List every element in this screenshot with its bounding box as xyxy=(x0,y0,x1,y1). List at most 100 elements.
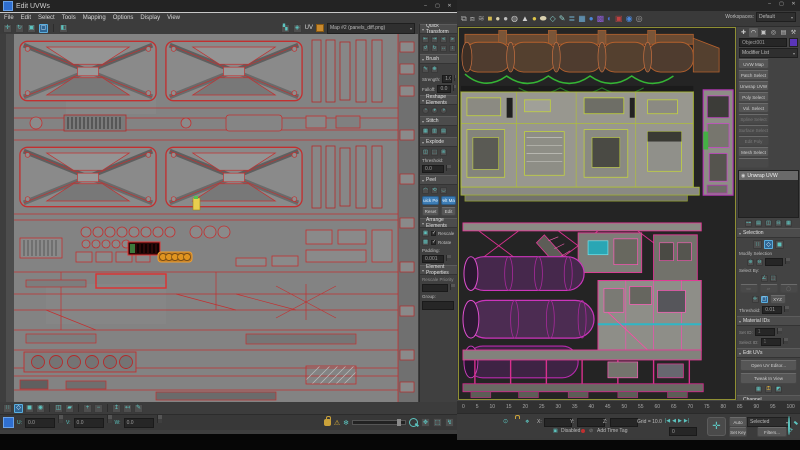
align-h-icon[interactable]: ⇤ xyxy=(422,36,429,43)
maximize-icon[interactable]: ▢ xyxy=(433,3,442,10)
select-btn-1[interactable]: ▭ xyxy=(740,284,758,293)
relax-icon[interactable]: ◕ xyxy=(431,107,438,114)
menu-item[interactable]: Tools xyxy=(62,15,76,21)
align-left-icon[interactable]: ⫷ xyxy=(440,36,447,43)
uv-preview-icon[interactable]: ▦ xyxy=(755,386,762,393)
plus-icon[interactable]: ✛ xyxy=(752,296,759,303)
falloff-field[interactable]: 0.0 xyxy=(437,85,450,93)
zoom-slider[interactable] xyxy=(352,420,406,425)
tab-modify[interactable]: ◠ xyxy=(749,28,758,37)
geosphere-primitive-icon[interactable]: ● xyxy=(503,15,508,23)
rendered-frame-icon[interactable]: ◐ xyxy=(607,15,612,23)
zoom-icon[interactable] xyxy=(409,418,418,427)
pin-stack-icon[interactable]: ⊶ xyxy=(745,220,752,227)
move-icon[interactable]: ✛ xyxy=(3,24,12,33)
stitch-source-icon[interactable]: ▥ xyxy=(431,128,438,135)
visibility-eye-icon[interactable]: ◉ xyxy=(741,173,745,179)
modifier-button[interactable]: Vol. Select xyxy=(738,103,769,113)
tab-display[interactable]: ▤ xyxy=(779,28,788,37)
show-map-checker-icon[interactable]: ▚ xyxy=(281,24,290,33)
globe-icon[interactable]: ◎ xyxy=(636,15,643,23)
vertex-mode-icon[interactable]: ∷ xyxy=(3,404,12,413)
maximize-icon[interactable]: ▢ xyxy=(777,1,786,8)
layer-manager-icon[interactable]: ≣ xyxy=(569,15,576,23)
tweak-in-view-button[interactable]: Tweak In View xyxy=(740,373,797,384)
rollout-arrange-elements[interactable]: Arrange Elements xyxy=(420,218,458,228)
zoom-region-icon[interactable]: ⬚ xyxy=(433,418,442,427)
freeform-mode-icon[interactable]: ▢ xyxy=(39,24,48,33)
select-btn-3[interactable]: ◯ xyxy=(780,284,798,293)
relax-brush-icon[interactable]: ❋ xyxy=(431,66,438,73)
absolute-mode-icon[interactable] xyxy=(3,417,14,428)
modifier-button[interactable]: Unwrap UVW xyxy=(738,81,769,91)
grow-selection-icon[interactable]: + xyxy=(83,404,92,413)
edit-uvws-titlebar[interactable]: Edit UVWs – ▢ ✕ xyxy=(0,0,457,12)
z-field[interactable] xyxy=(610,418,638,427)
zoom-extents-icon[interactable]: ↯ xyxy=(445,418,454,427)
perspective-viewport[interactable] xyxy=(458,27,736,400)
element-mode-icon[interactable]: ◉ xyxy=(36,404,45,413)
isolate-icon[interactable]: ⊙ xyxy=(503,418,508,425)
rotate-cw-icon[interactable]: ↻ xyxy=(431,45,438,52)
lock-selection-icon[interactable] xyxy=(324,419,331,426)
configure-modifier-sets-icon[interactable]: ▦ xyxy=(785,220,792,227)
peel-reset-icon[interactable]: ⟲ xyxy=(431,187,438,194)
modifier-button[interactable]: Surface Select xyxy=(738,125,769,135)
remove-modifier-icon[interactable]: ⊟ xyxy=(775,220,782,227)
peel-mode-icon[interactable]: ◠ xyxy=(422,187,429,194)
space-h-icon[interactable]: ↔ xyxy=(440,45,447,52)
paint-select-icon[interactable]: ✎ xyxy=(134,404,143,413)
bind-spacewarp-icon[interactable]: ≋ xyxy=(478,15,485,23)
face-mode-icon[interactable]: ◼ xyxy=(25,404,34,413)
menu-item[interactable]: View xyxy=(167,15,180,21)
menu-item[interactable]: Edit xyxy=(21,15,31,21)
paint-move-brush-icon[interactable]: ✎ xyxy=(422,66,429,73)
snap-icon[interactable]: ❄ xyxy=(343,419,349,427)
orbit-icon[interactable]: ⟳ xyxy=(788,427,793,434)
select-by-angle-icon[interactable]: ∠ xyxy=(761,275,768,282)
threshold-field[interactable]: 0.01 xyxy=(762,306,782,314)
modifier-list-dropdown[interactable]: Modifier List xyxy=(739,48,798,58)
rollout-edit-uvs[interactable]: Edit UVs xyxy=(737,348,800,358)
make-unique-icon[interactable]: ◫ xyxy=(765,220,772,227)
show-end-result-icon[interactable]: ▤ xyxy=(755,220,762,227)
stack-item-unwrap-uvw[interactable]: ◉ Unwrap UVW xyxy=(739,171,798,180)
object-color-swatch[interactable] xyxy=(789,38,798,47)
sphere-primitive-icon[interactable]: ● xyxy=(495,15,500,23)
close-icon[interactable]: ✕ xyxy=(445,3,454,10)
quick-peel-button[interactable]: Quick Peel xyxy=(422,196,439,205)
torus-primitive-icon[interactable]: ◍ xyxy=(511,15,518,23)
pack-normalize-icon[interactable]: ▣ xyxy=(422,230,429,237)
tab-motion[interactable]: ◎ xyxy=(769,28,778,37)
rotate-checkbox[interactable] xyxy=(431,240,436,245)
planar-icon[interactable]: ▢ xyxy=(761,296,768,303)
break-icon[interactable]: ◫ xyxy=(422,149,429,156)
modifier-button[interactable]: Patch Select xyxy=(738,70,769,80)
mirror-icon[interactable]: ◧ xyxy=(59,24,68,33)
align-right-icon[interactable]: ⫸ xyxy=(449,36,456,43)
modifier-button[interactable]: Spline Select xyxy=(738,114,769,124)
modifier-button[interactable]: Edit Poly xyxy=(738,136,769,146)
close-icon[interactable]: ✕ xyxy=(789,1,798,8)
align-tool-icon[interactable]: ✎ xyxy=(559,15,566,23)
edge-subobject-icon[interactable]: ◇ xyxy=(764,240,773,249)
tab-hierarchy[interactable]: ▣ xyxy=(759,28,768,37)
timeline-ruler[interactable]: 0510152025303540455055606570758085909510… xyxy=(457,400,800,413)
graph-editor-icon[interactable]: ▦ xyxy=(578,15,586,23)
stitch-custom-icon[interactable]: ▦ xyxy=(422,128,429,135)
loop-icon[interactable]: ↥ xyxy=(112,404,121,413)
box-primitive-icon[interactable]: ■ xyxy=(488,15,493,23)
align-v-icon[interactable]: ⇥ xyxy=(431,36,438,43)
tab-create[interactable]: ✚ xyxy=(739,28,748,37)
straighten-icon[interactable]: ◔ xyxy=(422,107,429,114)
explode-threshold-field[interactable]: 0.0 xyxy=(422,165,444,173)
pan-icon[interactable]: ✥ xyxy=(421,418,430,427)
select-by-element-icon[interactable]: ▰ xyxy=(65,404,74,413)
transport-button[interactable]: ▶ xyxy=(678,418,682,424)
pan-plus-icon[interactable]: ✛ xyxy=(707,417,726,436)
blend-icon[interactable]: ◈ xyxy=(293,24,302,33)
object-name-field[interactable]: Object001 xyxy=(739,38,787,47)
explode-faces-icon[interactable]: ⬚ xyxy=(431,149,438,156)
rollout-brush[interactable]: Brush xyxy=(420,54,458,64)
u-field[interactable]: 0.0 xyxy=(25,418,55,428)
